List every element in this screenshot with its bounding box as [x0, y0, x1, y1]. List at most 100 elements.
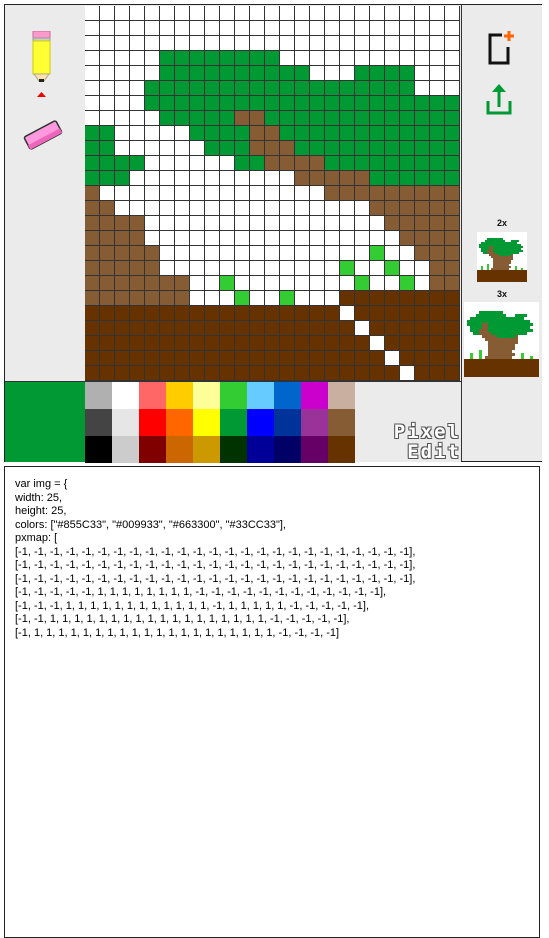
pixel-cell[interactable] [220, 6, 235, 21]
pixel-cell[interactable] [85, 261, 100, 276]
pixel-cell[interactable] [355, 66, 370, 81]
pixel-cell[interactable] [280, 6, 295, 21]
pixel-cell[interactable] [145, 96, 160, 111]
pixel-cell[interactable] [220, 51, 235, 66]
pixel-cell[interactable] [385, 156, 400, 171]
pixel-cell[interactable] [160, 96, 175, 111]
pixel-cell[interactable] [340, 351, 355, 366]
pixel-cell[interactable] [145, 126, 160, 141]
pixel-cell[interactable] [340, 141, 355, 156]
pixel-cell[interactable] [295, 66, 310, 81]
pixel-cell[interactable] [325, 51, 340, 66]
pixel-cell[interactable] [85, 156, 100, 171]
pixel-cell[interactable] [415, 141, 430, 156]
code-output-panel[interactable]: var img = { width: 25, height: 25, color… [4, 466, 540, 938]
pixel-cell[interactable] [415, 261, 430, 276]
pixel-cell[interactable] [340, 36, 355, 51]
pixel-cell[interactable] [175, 276, 190, 291]
pixel-cell[interactable] [400, 156, 415, 171]
pixel-cell[interactable] [85, 291, 100, 306]
palette-swatch[interactable] [85, 409, 112, 436]
pixel-cell[interactable] [445, 261, 460, 276]
pixel-cell[interactable] [130, 21, 145, 36]
pixel-cell[interactable] [190, 126, 205, 141]
pixel-cell[interactable] [190, 246, 205, 261]
pixel-cell[interactable] [85, 21, 100, 36]
pixel-cell[interactable] [355, 201, 370, 216]
pixel-cell[interactable] [340, 156, 355, 171]
pixel-cell[interactable] [175, 351, 190, 366]
pixel-cell[interactable] [115, 366, 130, 381]
pixel-cell[interactable] [250, 261, 265, 276]
pixel-cell[interactable] [205, 351, 220, 366]
pixel-cell[interactable] [220, 321, 235, 336]
pixel-cell[interactable] [445, 291, 460, 306]
pixel-cell[interactable] [160, 216, 175, 231]
pixel-cell[interactable] [430, 186, 445, 201]
pixel-cell[interactable] [220, 216, 235, 231]
pixel-cell[interactable] [295, 336, 310, 351]
pixel-cell[interactable] [415, 186, 430, 201]
pixel-cell[interactable] [370, 96, 385, 111]
pixel-cell[interactable] [115, 21, 130, 36]
pixel-cell[interactable] [220, 291, 235, 306]
pixel-cell[interactable] [400, 366, 415, 381]
pixel-cell[interactable] [190, 336, 205, 351]
pixel-cell[interactable] [85, 51, 100, 66]
pixel-cell[interactable] [430, 201, 445, 216]
pixel-cell[interactable] [100, 306, 115, 321]
pixel-cell[interactable] [205, 231, 220, 246]
pixel-cell[interactable] [130, 51, 145, 66]
pixel-cell[interactable] [445, 231, 460, 246]
pixel-cell[interactable] [250, 336, 265, 351]
pixel-cell[interactable] [370, 201, 385, 216]
pixel-cell[interactable] [400, 171, 415, 186]
pixel-cell[interactable] [130, 321, 145, 336]
pixel-cell[interactable] [115, 276, 130, 291]
pixel-cell[interactable] [295, 201, 310, 216]
pixel-cell[interactable] [340, 306, 355, 321]
pixel-cell[interactable] [190, 231, 205, 246]
pixel-cell[interactable] [175, 96, 190, 111]
pixel-cell[interactable] [340, 66, 355, 81]
pixel-cell[interactable] [415, 336, 430, 351]
pixel-cell[interactable] [325, 21, 340, 36]
pixel-cell[interactable] [190, 6, 205, 21]
pixel-cell[interactable] [235, 126, 250, 141]
pixel-cell[interactable] [130, 351, 145, 366]
pixel-cell[interactable] [370, 306, 385, 321]
pixel-cell[interactable] [355, 156, 370, 171]
pixel-cell[interactable] [280, 141, 295, 156]
pixel-cell[interactable] [100, 351, 115, 366]
pixel-cell[interactable] [385, 96, 400, 111]
pixel-cell[interactable] [85, 81, 100, 96]
pixel-cell[interactable] [385, 306, 400, 321]
pixel-cell[interactable] [130, 246, 145, 261]
pixel-cell[interactable] [265, 6, 280, 21]
pixel-cell[interactable] [115, 111, 130, 126]
pixel-cell[interactable] [175, 246, 190, 261]
pixel-cell[interactable] [370, 156, 385, 171]
palette-swatch[interactable] [220, 382, 247, 409]
pixel-cell[interactable] [400, 246, 415, 261]
pixel-cell[interactable] [355, 276, 370, 291]
pixel-cell[interactable] [385, 21, 400, 36]
pixel-cell[interactable] [145, 231, 160, 246]
pixel-cell[interactable] [175, 261, 190, 276]
pixel-cell[interactable] [295, 51, 310, 66]
pixel-cell[interactable] [310, 276, 325, 291]
pixel-cell[interactable] [130, 201, 145, 216]
pixel-cell[interactable] [130, 306, 145, 321]
pixel-cell[interactable] [130, 336, 145, 351]
pixel-cell[interactable] [205, 336, 220, 351]
pixel-cell[interactable] [160, 36, 175, 51]
pixel-cell[interactable] [310, 306, 325, 321]
pixel-cell[interactable] [295, 276, 310, 291]
pixel-cell[interactable] [400, 351, 415, 366]
pixel-cell[interactable] [400, 306, 415, 321]
pixel-cell[interactable] [295, 306, 310, 321]
pixel-cell[interactable] [160, 51, 175, 66]
pixel-cell[interactable] [340, 186, 355, 201]
pixel-cell[interactable] [175, 366, 190, 381]
pixel-cell[interactable] [250, 66, 265, 81]
